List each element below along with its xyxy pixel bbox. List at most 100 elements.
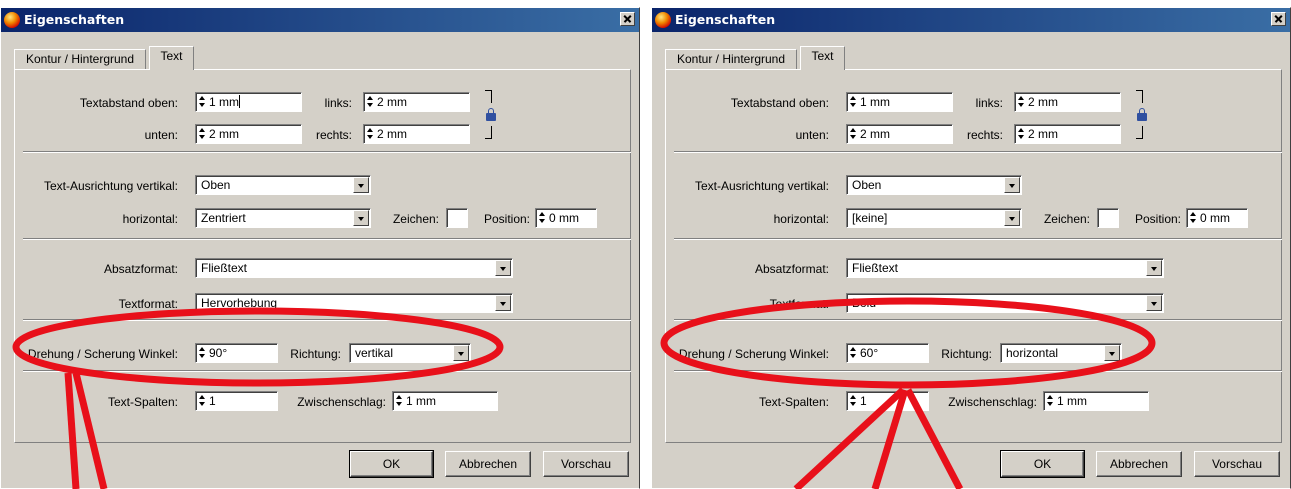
close-button[interactable] (1271, 12, 1286, 26)
separator (674, 319, 1282, 321)
value-unten: 2 mm (209, 127, 239, 141)
chevron-down-icon[interactable] (353, 177, 369, 193)
label-absatzformat: Absatzformat: (103, 262, 178, 276)
label-richtung: Richtung: (941, 347, 992, 361)
select-vertikal[interactable]: Oben (846, 175, 1022, 195)
chevron-down-icon[interactable] (1004, 177, 1020, 193)
title-bar[interactable]: Eigenschaften (652, 8, 1290, 32)
spin-zwischenschlag[interactable]: 1 mm (1043, 391, 1149, 411)
label-ausrichtung-vertikal: Text-Ausrichtung vertikal: (694, 179, 829, 193)
spinner-arrows-icon[interactable] (850, 128, 857, 140)
input-zeichen[interactable] (1097, 208, 1119, 228)
select-richtung[interactable]: horizontal (1000, 343, 1122, 363)
spinner-arrows-icon[interactable] (367, 128, 374, 140)
separator (23, 238, 631, 240)
value-spalten: 1 (209, 394, 216, 408)
spin-rechts[interactable]: 2 mm (1014, 124, 1121, 144)
spinner-arrows-icon[interactable] (396, 395, 403, 407)
value-position: 0 mm (1200, 211, 1230, 225)
spin-textabstand-oben[interactable]: 1 mm (195, 92, 302, 112)
value-zwischenschlag: 1 mm (1057, 394, 1087, 408)
chevron-down-icon[interactable] (495, 260, 511, 276)
select-absatzformat[interactable]: Fließtext (195, 258, 513, 278)
spinner-arrows-icon[interactable] (1018, 96, 1025, 108)
ok-button[interactable]: OK (349, 450, 434, 478)
value-spalten: 1 (860, 394, 867, 408)
select-textformat[interactable]: Hervorhebung (195, 293, 513, 313)
spinner-arrows-icon[interactable] (199, 128, 206, 140)
separator (674, 238, 1282, 240)
spinner-arrows-icon[interactable] (1190, 212, 1197, 224)
select-vertikal[interactable]: Oben (195, 175, 371, 195)
value-links: 2 mm (1028, 95, 1058, 109)
label-textformat: Textformat: (769, 297, 829, 311)
abbrechen-button[interactable]: Abbrechen (1096, 451, 1182, 477)
spinner-arrows-icon[interactable] (1047, 395, 1054, 407)
input-zeichen[interactable] (446, 208, 468, 228)
separator (23, 151, 631, 153)
label-position: Position: (483, 212, 530, 226)
spin-position[interactable]: 0 mm (535, 208, 597, 228)
tab-text[interactable]: Text (800, 46, 845, 70)
spin-links[interactable]: 2 mm (1014, 92, 1121, 112)
tab-text[interactable]: Text (149, 46, 194, 70)
lock-icon[interactable] (486, 108, 496, 121)
chevron-down-icon[interactable] (495, 295, 511, 311)
select-textformat[interactable]: Bold (846, 293, 1164, 313)
spin-zwischenschlag[interactable]: 1 mm (392, 391, 498, 411)
spinner-arrows-icon[interactable] (367, 96, 374, 108)
app-icon (4, 12, 20, 28)
spin-text-spalten[interactable]: 1 (846, 391, 929, 411)
value-horizontal: Zentriert (201, 211, 246, 225)
chevron-down-icon[interactable] (1146, 260, 1162, 276)
value-textformat: Bold (852, 296, 877, 310)
spinner-arrows-icon[interactable] (539, 212, 546, 224)
spinner-arrows-icon[interactable] (199, 96, 206, 108)
spin-textabstand-oben[interactable]: 1 mm (846, 92, 953, 112)
spin-rechts[interactable]: 2 mm (363, 124, 470, 144)
spinner-arrows-icon[interactable] (1018, 128, 1025, 140)
label-textabstand-oben: Textabstand oben: (730, 96, 829, 110)
select-horizontal[interactable]: [keine] (846, 208, 1022, 228)
close-button[interactable] (620, 12, 635, 26)
spin-links[interactable]: 2 mm (363, 92, 470, 112)
chevron-down-icon[interactable] (1104, 345, 1120, 361)
label-links: links: (975, 96, 1003, 110)
spin-winkel[interactable]: 90° (195, 343, 278, 363)
value-winkel: 90° (209, 346, 228, 360)
chevron-down-icon[interactable] (1004, 210, 1020, 226)
spin-unten[interactable]: 2 mm (195, 124, 302, 144)
separator (23, 319, 631, 321)
label-text-spalten: Text-Spalten: (107, 395, 178, 409)
tab-kontur-hintergrund[interactable]: Kontur / Hintergrund (14, 49, 146, 69)
spin-winkel[interactable]: 60° (846, 343, 929, 363)
separator (23, 370, 631, 372)
link-bracket-bottom (1136, 126, 1143, 139)
spin-text-spalten[interactable]: 1 (195, 391, 278, 411)
ok-button[interactable]: OK (1000, 450, 1085, 478)
label-zeichen: Zeichen: (1043, 212, 1090, 226)
select-absatzformat[interactable]: Fließtext (846, 258, 1164, 278)
abbrechen-button[interactable]: Abbrechen (445, 451, 531, 477)
spinner-arrows-icon[interactable] (850, 347, 857, 359)
vorschau-button[interactable]: Vorschau (543, 451, 629, 477)
chevron-down-icon[interactable] (353, 210, 369, 226)
vorschau-button[interactable]: Vorschau (1194, 451, 1280, 477)
spinner-arrows-icon[interactable] (850, 395, 857, 407)
label-zwischenschlag: Zwischenschlag: (948, 395, 1037, 409)
spinner-arrows-icon[interactable] (850, 96, 857, 108)
tab-kontur-hintergrund[interactable]: Kontur / Hintergrund (665, 49, 797, 69)
select-horizontal[interactable]: Zentriert (195, 208, 371, 228)
spinner-arrows-icon[interactable] (199, 347, 206, 359)
chevron-down-icon[interactable] (453, 345, 469, 361)
properties-dialog-left: Eigenschaften Kontur / Hintergrund Text … (0, 7, 640, 489)
spinner-arrows-icon[interactable] (199, 395, 206, 407)
label-ausrichtung-vertikal: Text-Ausrichtung vertikal: (43, 179, 178, 193)
lock-icon[interactable] (1137, 108, 1147, 121)
link-bracket-top (485, 90, 492, 103)
spin-position[interactable]: 0 mm (1186, 208, 1248, 228)
chevron-down-icon[interactable] (1146, 295, 1162, 311)
spin-unten[interactable]: 2 mm (846, 124, 953, 144)
select-richtung[interactable]: vertikal (349, 343, 471, 363)
title-bar[interactable]: Eigenschaften (1, 8, 639, 32)
